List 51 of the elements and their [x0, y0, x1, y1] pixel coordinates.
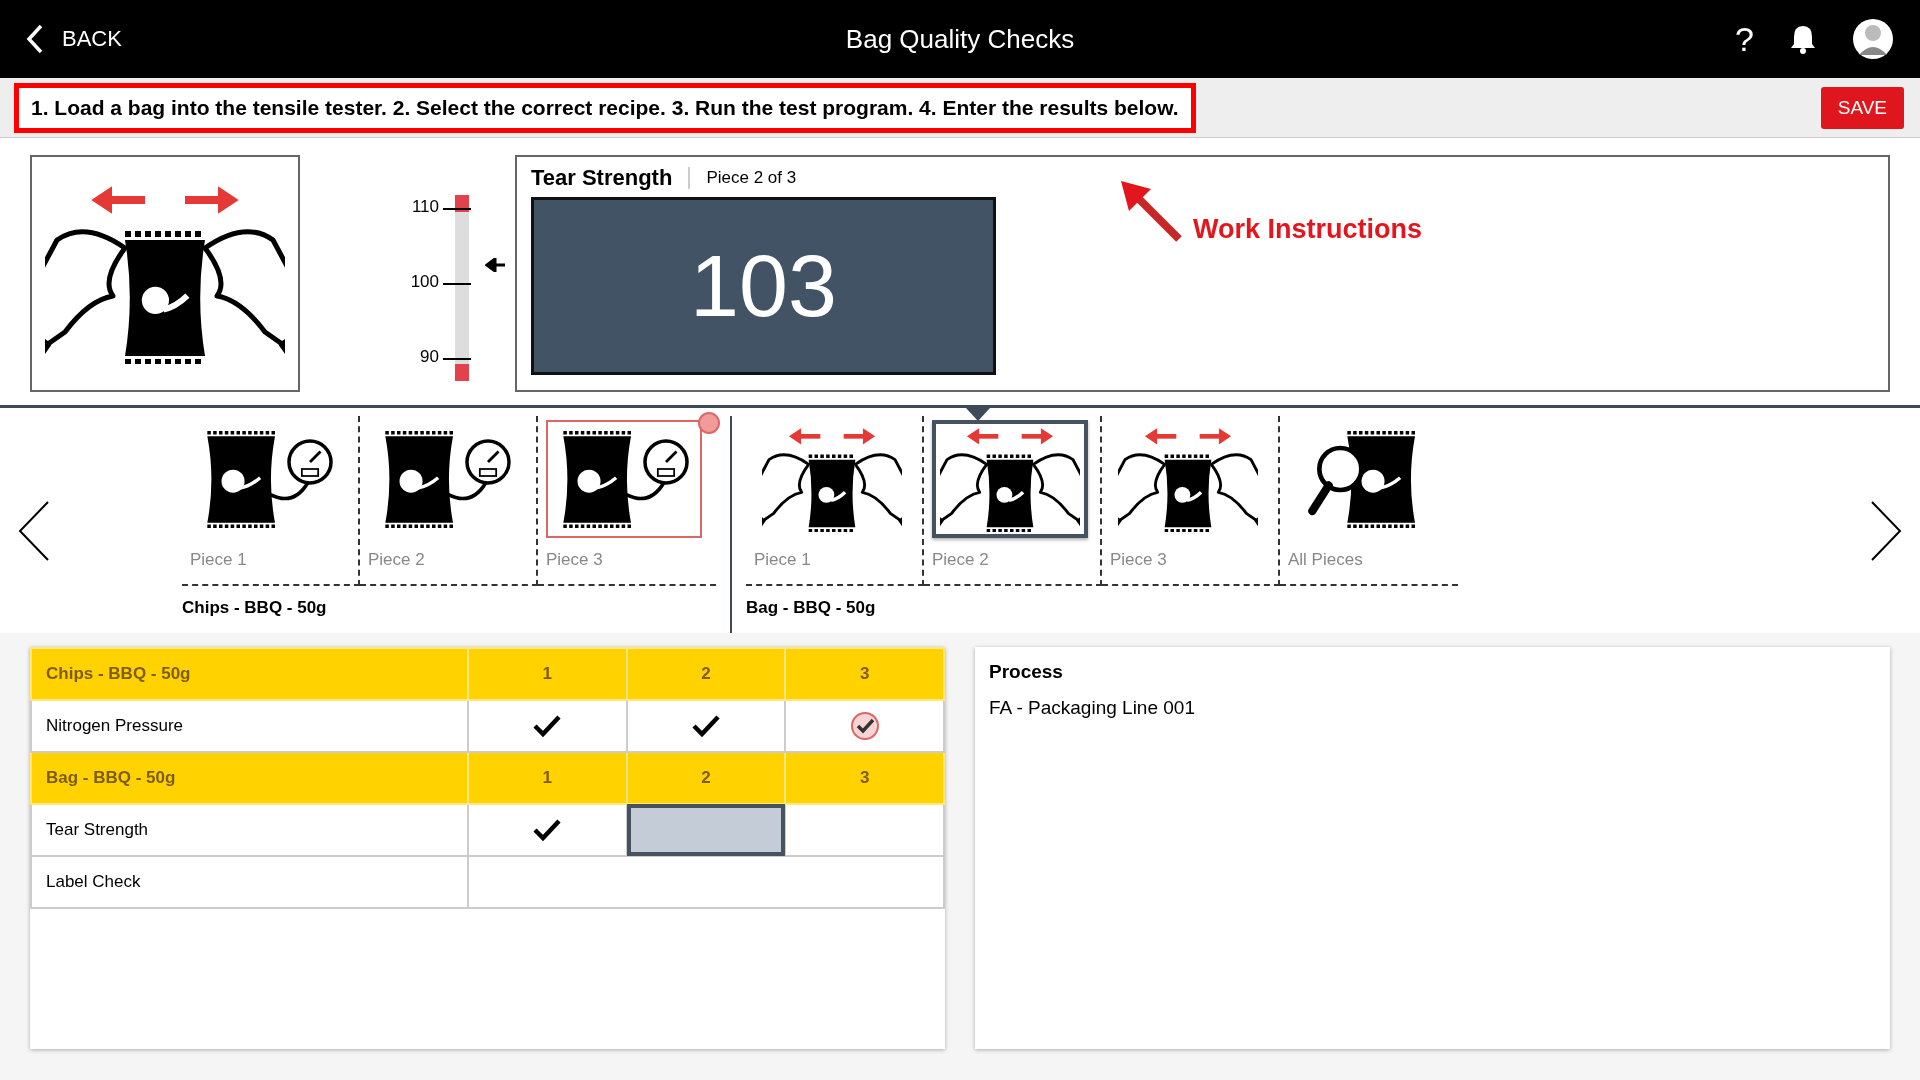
- gauge-limit-zone: [455, 364, 469, 381]
- piece-label: Piece 1: [754, 550, 812, 570]
- check-name-cell: Label Check: [31, 856, 468, 908]
- hands-pulling-bag-icon: [940, 426, 1080, 532]
- piece-tile[interactable]: [546, 420, 702, 538]
- hands-pulling-bag-icon: [45, 183, 285, 364]
- piece-label: Piece 3: [1110, 550, 1168, 570]
- help-button[interactable]: ?: [1735, 19, 1754, 59]
- table-cell[interactable]: [785, 804, 944, 856]
- back-button[interactable]: BACK: [26, 24, 122, 54]
- instruction-text: 1. Load a bag into the tensile tester. 2. Select the correct recipe. 3. Run the test program. 4. Enter the results below.: [14, 82, 1196, 133]
- piece-label: Piece 1: [190, 550, 248, 570]
- user-avatar-icon[interactable]: [1852, 17, 1894, 61]
- gauge-tick-label: 90: [419, 347, 439, 367]
- hands-pulling-bag-icon: [1118, 426, 1258, 532]
- table-cell[interactable]: [468, 804, 627, 856]
- group-label: Chips - BBQ - 50g: [182, 598, 328, 618]
- column-header-cell: 3: [785, 752, 944, 804]
- section-header-cell: Chips - BBQ - 50g: [31, 648, 468, 700]
- piece-label: Piece 2: [368, 550, 426, 570]
- process-title: Process: [989, 661, 1064, 683]
- section-header-cell: Bag - BBQ - 50g: [31, 752, 468, 804]
- alert-dot: [698, 412, 720, 434]
- gauge-tick-mark: [443, 358, 471, 360]
- gauge-tick-label: 110: [410, 197, 439, 217]
- table-cell[interactable]: [468, 856, 944, 908]
- check-name-cell: Tear Strength: [31, 804, 468, 856]
- checkmark-in-circle-icon: [849, 711, 880, 741]
- page-title: Bag Quality Checks: [845, 23, 1075, 54]
- piece-label: All Pieces: [1288, 550, 1364, 570]
- column-header-cell: 1: [468, 648, 627, 700]
- table-cell[interactable]: [626, 804, 786, 856]
- hands-pulling-bag-icon: [762, 426, 902, 532]
- reading-subtitle: Piece 2 of 3: [706, 168, 797, 188]
- gauge-tick-label: 100: [409, 272, 439, 292]
- process-value: FA - Packaging Line 001: [989, 697, 1196, 719]
- gauge-tick-mark: [443, 283, 471, 285]
- group-label: Bag - BBQ - 50g: [746, 598, 877, 618]
- notification-bell-icon[interactable]: [1790, 24, 1816, 54]
- piece-label: Piece 2: [932, 550, 990, 570]
- piece-label: Piece 3: [546, 550, 604, 570]
- piece-tile[interactable]: [932, 420, 1088, 538]
- reading-value: 103: [531, 197, 996, 375]
- column-header-cell: 2: [626, 648, 786, 700]
- column-header-cell: 3: [785, 648, 944, 700]
- column-header-cell: 1: [468, 752, 627, 804]
- reading-title: Tear Strength: [531, 165, 673, 191]
- save-button[interactable]: SAVE: [1820, 86, 1904, 129]
- column-header-cell: 2: [626, 752, 786, 804]
- annotation-label: Work Instructions: [1193, 214, 1423, 246]
- back-chevron-icon: [26, 24, 44, 54]
